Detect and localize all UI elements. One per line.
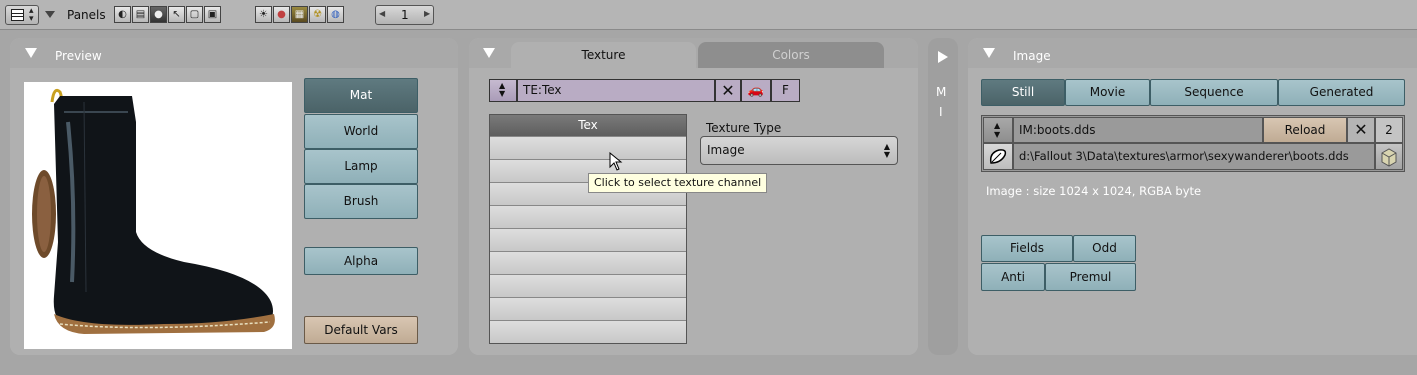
- fake-user-car-icon[interactable]: 🚗: [741, 79, 771, 102]
- source-still-button[interactable]: Still: [981, 79, 1065, 106]
- radiosity-buttons-icon[interactable]: ☢: [309, 6, 326, 23]
- object-panels-icon[interactable]: ↖: [168, 6, 185, 23]
- lamp-buttons-icon[interactable]: ☀: [255, 6, 272, 23]
- texture-type-label: Texture Type: [706, 121, 782, 135]
- channel-slot[interactable]: [490, 297, 686, 320]
- collapse-triangle-icon[interactable]: [25, 48, 37, 58]
- preview-lamp-button[interactable]: Lamp: [304, 149, 418, 184]
- frame-prev-icon[interactable]: ◀: [379, 9, 385, 18]
- channel-slot[interactable]: [490, 205, 686, 228]
- scene-panels-icon[interactable]: ▣: [204, 6, 221, 23]
- alpha-button[interactable]: Alpha: [304, 247, 418, 275]
- texture-name-field[interactable]: TE:Tex: [517, 79, 715, 102]
- texture-channel-list: Tex: [489, 114, 687, 344]
- fields-toggle[interactable]: Fields: [981, 235, 1073, 262]
- reload-button[interactable]: Reload: [1263, 117, 1347, 143]
- preview-panel: Preview Mat World Lamp Brush Alpha Defau…: [10, 38, 458, 355]
- channel-slot[interactable]: [490, 228, 686, 251]
- preview-image: [24, 82, 292, 349]
- source-movie-button[interactable]: Movie: [1065, 79, 1150, 106]
- world-buttons-icon[interactable]: ◍: [327, 6, 344, 23]
- default-vars-button[interactable]: Default Vars: [304, 316, 418, 344]
- tab-colors[interactable]: Colors: [698, 42, 884, 68]
- window-type-menu[interactable]: ▴ ▾: [5, 5, 39, 25]
- collapse-menu-triangle-icon[interactable]: [45, 11, 55, 18]
- unlink-texture-icon[interactable]: ✕: [715, 79, 741, 102]
- channel-slot[interactable]: [490, 320, 686, 343]
- premul-toggle[interactable]: Premul: [1045, 263, 1136, 291]
- odd-toggle[interactable]: Odd: [1073, 235, 1136, 262]
- window-type-icon: [11, 9, 24, 21]
- expand-triangle-icon[interactable]: [938, 51, 948, 63]
- fake-user-button[interactable]: F: [771, 79, 800, 102]
- window-header: ▴ ▾ Panels ◐ ▤ ● ↖ ▢ ▣ ☀ ● ▦ ☢ ◍ ◀ 1 ▶: [0, 0, 1417, 30]
- preview-mat-button[interactable]: Mat: [304, 78, 418, 113]
- image-name-field[interactable]: IM:boots.dds: [1013, 117, 1263, 143]
- updown-arrows-icon: ▲ ▼: [883, 142, 890, 159]
- collapse-triangle-icon[interactable]: [983, 48, 995, 58]
- editing-panels-icon[interactable]: ▢: [186, 6, 203, 23]
- updown-arrows-icon: ▲ ▼: [499, 81, 506, 98]
- frame-next-icon[interactable]: ▶: [424, 9, 430, 18]
- collapsed-panel-strip[interactable]: M I: [928, 38, 958, 355]
- preview-world-button[interactable]: World: [304, 114, 418, 149]
- image-panel-header[interactable]: Image: [968, 38, 1417, 68]
- strip-letter-i: I: [939, 105, 943, 119]
- collapse-triangle-icon[interactable]: [483, 48, 495, 58]
- image-panel-body: [968, 68, 1417, 355]
- channel-list-header: Tex: [490, 115, 686, 136]
- channel-slot[interactable]: [490, 274, 686, 297]
- texture-browse-button[interactable]: ▲ ▼: [489, 79, 517, 102]
- mouse-cursor-icon: [609, 151, 623, 175]
- texture-type-select[interactable]: Image ▲ ▼: [700, 136, 898, 165]
- file-browser-icon[interactable]: [983, 143, 1013, 170]
- texture-panel: Texture Colors ▲ ▼ TE:Tex ✕ 🚗 F Tex Textu…: [469, 38, 918, 355]
- pack-image-icon[interactable]: [1375, 143, 1403, 170]
- logic-panels-icon[interactable]: ◐: [114, 6, 131, 23]
- tooltip: Click to select texture channel: [588, 173, 768, 193]
- tab-texture[interactable]: Texture: [511, 42, 696, 68]
- image-users-count: 2: [1375, 117, 1403, 143]
- image-info-text: Image : size 1024 x 1024, RGBA byte: [986, 184, 1202, 198]
- source-generated-button[interactable]: Generated: [1278, 79, 1405, 106]
- image-panel: Image Still Movie Sequence Generated ▲ ▼ …: [968, 38, 1417, 355]
- channel-slot[interactable]: [490, 136, 686, 159]
- frame-counter[interactable]: ◀ 1 ▶: [375, 5, 434, 25]
- updown-arrows-icon: ▴ ▾: [29, 6, 34, 24]
- image-path-field[interactable]: d:\Fallout 3\Data\textures\armor\sexywan…: [1013, 143, 1375, 170]
- shading-panels-icon[interactable]: ●: [150, 6, 167, 23]
- preview-panel-header[interactable]: Preview: [10, 38, 458, 68]
- strip-letter-m: M: [936, 85, 947, 99]
- script-panels-icon[interactable]: ▤: [132, 6, 149, 23]
- material-buttons-icon[interactable]: ●: [273, 6, 290, 23]
- preview-brush-button[interactable]: Brush: [304, 184, 418, 219]
- boot-preview-icon: [32, 88, 275, 334]
- panel-title: Image: [1013, 49, 1051, 63]
- anti-toggle[interactable]: Anti: [981, 263, 1045, 291]
- image-browse-button[interactable]: ▲ ▼: [983, 117, 1013, 143]
- frame-value: 1: [401, 8, 409, 22]
- texture-buttons-icon[interactable]: ▦: [291, 6, 308, 23]
- channel-slot[interactable]: [490, 251, 686, 274]
- source-sequence-button[interactable]: Sequence: [1150, 79, 1278, 106]
- texture-type-value: Image: [707, 143, 745, 157]
- panels-label: Panels: [67, 8, 106, 22]
- updown-arrows-icon: ▲ ▼: [994, 121, 1001, 139]
- panel-title: Preview: [55, 49, 102, 63]
- unlink-image-icon[interactable]: ✕: [1347, 117, 1375, 143]
